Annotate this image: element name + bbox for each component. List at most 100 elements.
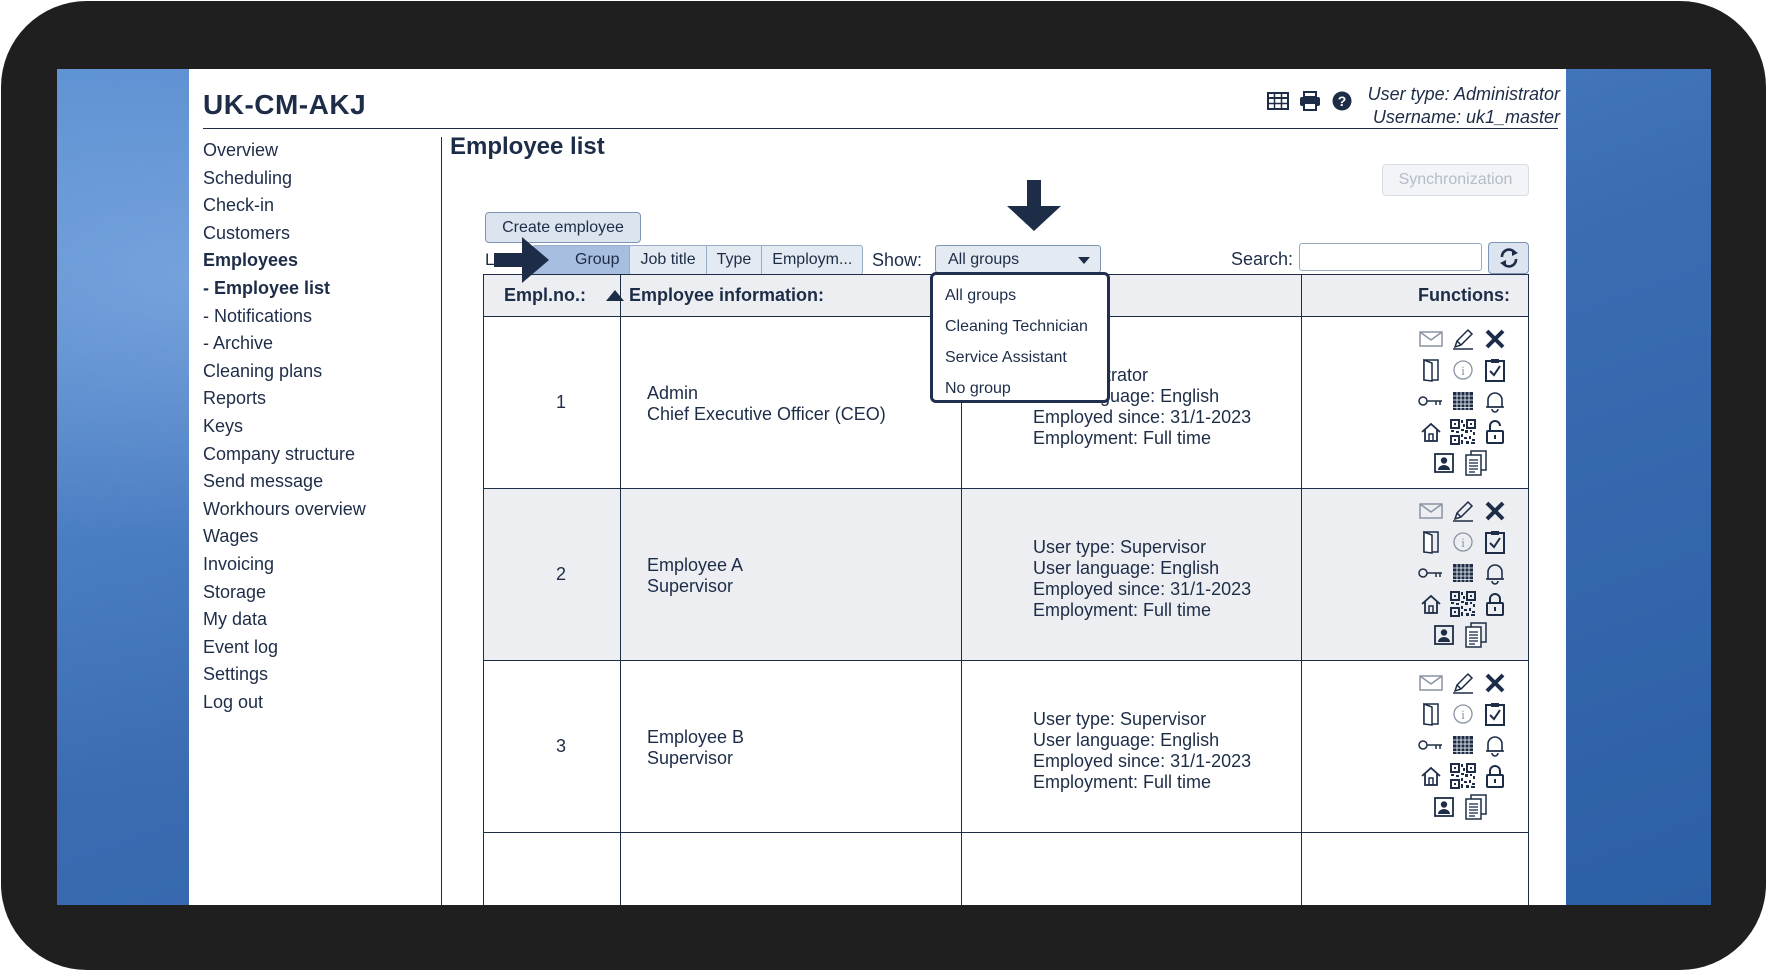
top-toolbar: ?: [1267, 90, 1353, 112]
key-icon[interactable]: [1418, 732, 1444, 758]
employee-details: User type: Supervisor User language: Engl…: [1033, 537, 1251, 621]
sidebar-item-workhours-overview[interactable]: Workhours overview: [203, 496, 443, 524]
employee-detail-line: Employment: Full time: [1033, 600, 1212, 620]
info-icon[interactable]: i: [1450, 529, 1476, 555]
mail-icon[interactable]: [1418, 326, 1444, 352]
sidebar-item-cleaning-plans[interactable]: Cleaning plans: [203, 358, 443, 386]
qr-code-icon[interactable]: [1450, 419, 1476, 445]
sidebar-item-check-in[interactable]: Check-in: [203, 192, 443, 220]
checklist-icon[interactable]: [1482, 701, 1508, 727]
home-icon[interactable]: [1418, 591, 1444, 617]
delete-icon[interactable]: [1482, 498, 1508, 524]
show-group-value: All groups: [948, 251, 1020, 268]
edit-icon[interactable]: [1450, 326, 1476, 352]
employee-detail-line: User language: English: [1033, 730, 1220, 750]
checklist-icon[interactable]: [1482, 357, 1508, 383]
sidebar-item-reports[interactable]: Reports: [203, 385, 443, 413]
arrow-down-annotation-icon: [1007, 180, 1061, 231]
delete-icon[interactable]: [1482, 326, 1508, 352]
documents-icon[interactable]: [1463, 622, 1489, 648]
sidebar-item-settings[interactable]: Settings: [203, 661, 443, 689]
lock-icon[interactable]: [1482, 763, 1508, 789]
mail-icon[interactable]: [1418, 670, 1444, 696]
sidebar-item-scheduling[interactable]: Scheduling: [203, 165, 443, 193]
list-by-type-button[interactable]: Type: [707, 246, 763, 274]
lock-icon[interactable]: [1482, 591, 1508, 617]
sidebar-item-customers[interactable]: Customers: [203, 220, 443, 248]
sidebar-item-employee-list[interactable]: - Employee list: [203, 275, 443, 303]
list-by-job-title-button[interactable]: Job title: [630, 246, 707, 274]
sidebar-item-company-structure[interactable]: Company structure: [203, 441, 443, 469]
employee-detail-line: Employed since: 31/1-2023: [1033, 579, 1252, 599]
sidebar-item-log-out[interactable]: Log out: [203, 689, 443, 717]
info-icon[interactable]: i: [1450, 357, 1476, 383]
employee-name: Employee B: [647, 727, 745, 747]
dropdown-option-all-groups[interactable]: All groups: [933, 280, 1107, 311]
sidebar-item-my-data[interactable]: My data: [203, 606, 443, 634]
qr-code-icon[interactable]: [1450, 591, 1476, 617]
search-input[interactable]: [1299, 243, 1482, 271]
dropdown-option-service-assistant[interactable]: Service Assistant: [933, 342, 1107, 373]
sidebar-item-archive[interactable]: - Archive: [203, 330, 443, 358]
contact-card-icon[interactable]: [1431, 622, 1457, 648]
dropdown-option-no-group[interactable]: No group: [933, 373, 1107, 404]
sidebar-item-keys[interactable]: Keys: [203, 413, 443, 441]
edit-icon[interactable]: [1450, 670, 1476, 696]
sidebar-item-invoicing[interactable]: Invoicing: [203, 551, 443, 579]
calendar-grid-icon[interactable]: [1450, 732, 1476, 758]
employee-details: User type: Supervisor User language: Engl…: [1033, 709, 1251, 793]
table-row[interactable]: 2 Employee A Supervisor User type: Supervis…: [484, 489, 1528, 661]
sort-ascending-icon[interactable]: [606, 290, 624, 301]
mail-icon[interactable]: [1418, 498, 1444, 524]
sidebar-item-overview[interactable]: Overview: [203, 137, 443, 165]
help-icon[interactable]: ?: [1331, 90, 1353, 112]
list-by-segmented-control: Group Job title Type Employm...: [532, 245, 864, 275]
search-label: Search:: [1231, 249, 1294, 269]
table-icon[interactable]: [1267, 90, 1289, 112]
column-divider: [1301, 275, 1302, 905]
door-icon[interactable]: [1418, 357, 1444, 383]
edit-icon[interactable]: [1450, 498, 1476, 524]
show-group-select[interactable]: All groups: [935, 245, 1101, 273]
lock-icon[interactable]: [1482, 419, 1508, 445]
contact-card-icon[interactable]: [1431, 450, 1457, 476]
bell-icon[interactable]: [1482, 388, 1508, 414]
print-icon[interactable]: [1299, 90, 1321, 112]
list-by-employm-button[interactable]: Employm...: [762, 246, 862, 274]
show-group-dropdown-menu: All groups Cleaning Technician Service Ass…: [930, 272, 1110, 403]
bell-icon[interactable]: [1482, 732, 1508, 758]
sidebar-item-event-log[interactable]: Event log: [203, 634, 443, 662]
info-icon[interactable]: i: [1450, 701, 1476, 727]
documents-icon[interactable]: [1463, 450, 1489, 476]
door-icon[interactable]: [1418, 529, 1444, 555]
employee-detail-line: Employed since: 31/1-2023: [1033, 407, 1252, 427]
home-icon[interactable]: [1418, 763, 1444, 789]
dropdown-option-cleaning-technician[interactable]: Cleaning Technician: [933, 311, 1107, 342]
calendar-grid-icon[interactable]: [1450, 388, 1476, 414]
checklist-icon[interactable]: [1482, 529, 1508, 555]
employee-number: 1: [555, 392, 566, 412]
sidebar-item-wages[interactable]: Wages: [203, 523, 443, 551]
door-icon[interactable]: [1418, 701, 1444, 727]
delete-icon[interactable]: [1482, 670, 1508, 696]
user-type: User type: Administrator: [1367, 84, 1560, 104]
sidebar-item-employees[interactable]: Employees: [203, 247, 443, 275]
key-icon[interactable]: [1418, 560, 1444, 586]
synchronization-button[interactable]: Synchronization: [1382, 164, 1529, 196]
employee-detail-line: User language: English: [1033, 558, 1220, 578]
sidebar-item-storage[interactable]: Storage: [203, 579, 443, 607]
contact-card-icon[interactable]: [1431, 794, 1457, 820]
qr-code-icon[interactable]: [1450, 763, 1476, 789]
bell-icon[interactable]: [1482, 560, 1508, 586]
documents-icon[interactable]: [1463, 794, 1489, 820]
refresh-button[interactable]: [1488, 242, 1529, 274]
column-header-functions: Functions:: [1418, 285, 1510, 305]
svg-text:?: ?: [1338, 93, 1347, 109]
sidebar-item-send-message[interactable]: Send message: [203, 468, 443, 496]
calendar-grid-icon[interactable]: [1450, 560, 1476, 586]
employee-information: Employee A Supervisor: [647, 555, 743, 597]
table-row[interactable]: 3 Employee B Supervisor User type: Supervis…: [484, 661, 1528, 833]
home-icon[interactable]: [1418, 419, 1444, 445]
key-icon[interactable]: [1418, 388, 1444, 414]
sidebar-item-notifications[interactable]: - Notifications: [203, 303, 443, 331]
